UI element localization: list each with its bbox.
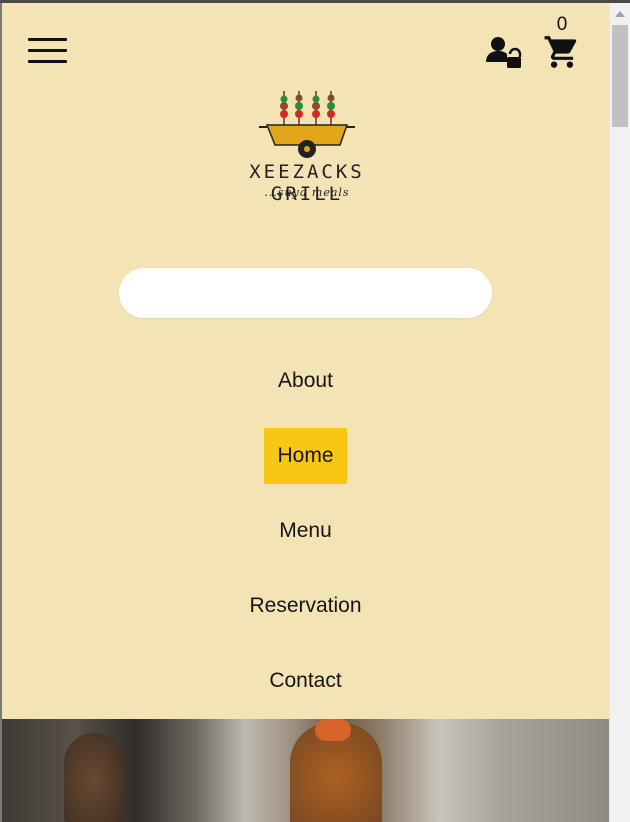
hamburger-menu-icon[interactable] bbox=[28, 36, 68, 66]
nav-item-home[interactable]: Home bbox=[2, 428, 609, 484]
scroll-up-arrow-icon[interactable] bbox=[615, 11, 625, 17]
nav-item-menu[interactable]: Menu bbox=[2, 518, 609, 544]
hero-image bbox=[2, 719, 609, 822]
brand-logo[interactable]: XEEZACKS GRILL ...suya meals bbox=[207, 63, 407, 213]
hamburger-line bbox=[28, 60, 67, 63]
user-lock-icon[interactable] bbox=[486, 34, 522, 70]
vertical-scrollbar[interactable] bbox=[609, 3, 630, 822]
nav-item-label: Reservation bbox=[249, 594, 362, 617]
nav-item-label: About bbox=[278, 369, 333, 392]
cart[interactable]: 0 bbox=[542, 13, 582, 71]
page: 0 XEEZACKS GRILL ...suya meals About Hom… bbox=[2, 3, 609, 822]
brand-tagline: ...suya meals bbox=[264, 186, 350, 199]
search-input[interactable] bbox=[119, 268, 492, 318]
hero-image-shape bbox=[64, 733, 124, 822]
nav-item-label: Contact bbox=[269, 669, 342, 692]
nav-item-label: Menu bbox=[279, 519, 332, 542]
hero-image-shape bbox=[315, 719, 351, 741]
nav-item-contact[interactable]: Contact bbox=[2, 668, 609, 694]
scrollbar-thumb[interactable] bbox=[612, 25, 628, 127]
shopping-cart-icon[interactable] bbox=[543, 33, 581, 71]
hamburger-line bbox=[28, 49, 67, 52]
nav-item-about[interactable]: About bbox=[2, 368, 609, 394]
cart-count-badge: 0 bbox=[556, 14, 568, 35]
nav-item-reservation[interactable]: Reservation bbox=[2, 593, 609, 619]
nav-item-label: Home bbox=[264, 428, 347, 484]
hamburger-line bbox=[28, 38, 67, 41]
grill-cart-logo-icon bbox=[259, 91, 355, 158]
